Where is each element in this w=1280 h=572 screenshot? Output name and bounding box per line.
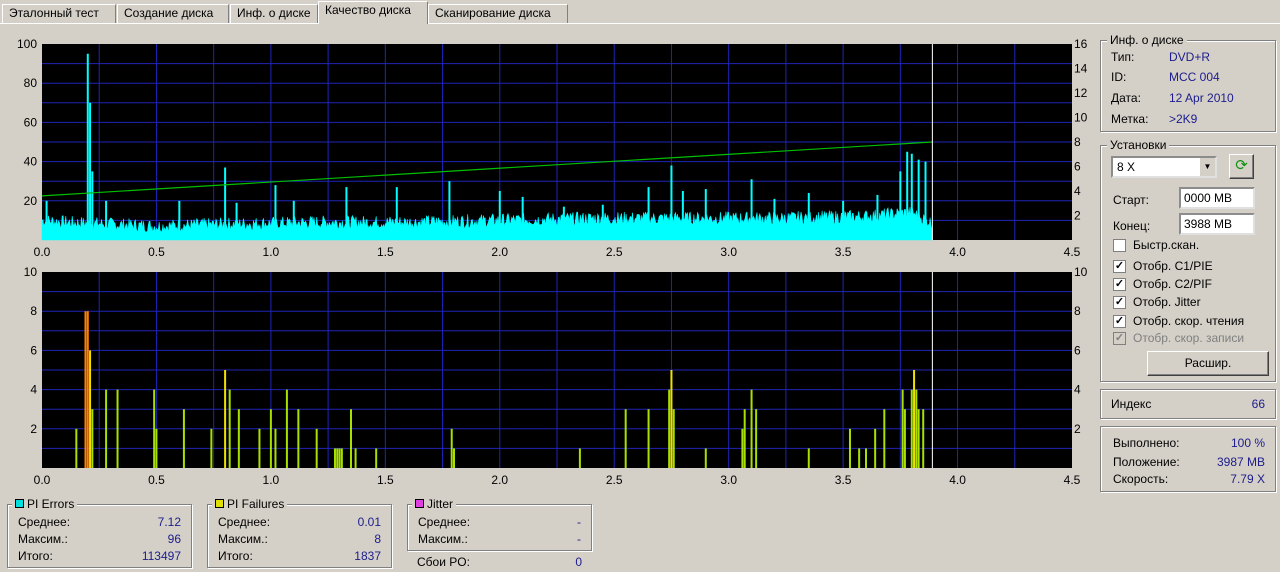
y2-tick-label: 2 bbox=[1074, 209, 1081, 223]
tab-disc-quality[interactable]: Качество диска bbox=[318, 1, 428, 24]
y2-tick-label: 16 bbox=[1074, 37, 1088, 51]
pi-failures-title: PI Failures bbox=[212, 497, 288, 511]
pif-avg-row: Среднее: 0.01 bbox=[218, 515, 381, 529]
disc-type-row: Тип: DVD+R bbox=[1111, 50, 1211, 64]
y-tick-label: 40 bbox=[24, 155, 38, 169]
y2-tick-label: 10 bbox=[1074, 265, 1088, 279]
disc-id-row: ID: MCC 004 bbox=[1111, 70, 1220, 84]
x-tick-label: 3.5 bbox=[835, 245, 852, 259]
x-tick-label: 1.0 bbox=[263, 245, 280, 259]
y-tick-label: 80 bbox=[24, 76, 38, 90]
index-group: Индекс 66 bbox=[1100, 389, 1276, 419]
pi-errors-group: PI Errors Среднее: 7.12 Максим.: 96 Итого:… bbox=[7, 497, 192, 568]
x-tick-label: 4.5 bbox=[1064, 473, 1081, 487]
y-tick-label: 10 bbox=[24, 265, 38, 279]
pif-max-row: Максим.: 8 bbox=[218, 532, 381, 546]
y2-tick-label: 8 bbox=[1074, 135, 1081, 149]
x-tick-label: 3.0 bbox=[720, 473, 737, 487]
y-tick-label: 20 bbox=[24, 194, 38, 208]
disc-label-row: Метка: >2K9 bbox=[1111, 112, 1198, 126]
speed-row: Скорость: 7.79 X bbox=[1113, 472, 1265, 486]
y-tick-label: 6 bbox=[30, 343, 37, 357]
x-tick-label: 3.5 bbox=[835, 473, 852, 487]
y2-tick-label: 6 bbox=[1074, 343, 1081, 357]
x-tick-label: 0.0 bbox=[34, 245, 51, 259]
y-tick-label: 2 bbox=[30, 422, 37, 436]
pi-errors-title: PI Errors bbox=[12, 497, 78, 511]
y2-tick-label: 4 bbox=[1074, 383, 1081, 397]
checkbox-box[interactable] bbox=[1113, 239, 1126, 252]
po-failures-row: Сбои PO: 0 bbox=[417, 555, 582, 569]
pif-total-row: Итого: 1837 bbox=[218, 549, 381, 563]
jitter-group: Jitter Среднее: - Максим.: - bbox=[407, 497, 592, 551]
disc-date-row: Дата: 12 Apr 2010 bbox=[1111, 91, 1234, 105]
x-tick-label: 4.0 bbox=[949, 245, 966, 259]
y-tick-label: 100 bbox=[17, 37, 37, 51]
x-tick-label: 4.0 bbox=[949, 473, 966, 487]
x-tick-label: 2.0 bbox=[491, 473, 508, 487]
x-tick-label: 0.0 bbox=[34, 473, 51, 487]
x-tick-label: 0.5 bbox=[148, 473, 165, 487]
pie-avg-row: Среднее: 7.12 bbox=[18, 515, 181, 529]
check-icon[interactable]: ✓ bbox=[1113, 315, 1126, 328]
settings-group: Установки 8 X ▼ ⟳ Старт: 0000 MB Конец: … bbox=[1100, 138, 1276, 382]
x-tick-label: 1.5 bbox=[377, 245, 394, 259]
y2-tick-label: 2 bbox=[1074, 422, 1081, 436]
jitter-avg-row: Среднее: - bbox=[418, 515, 581, 529]
speed-select[interactable]: 8 X ▼ bbox=[1111, 156, 1217, 178]
pi-failures-group: PI Failures Среднее: 0.01 Максим.: 8 Итого… bbox=[207, 497, 392, 568]
pie-max-row: Максим.: 96 bbox=[18, 532, 181, 546]
refresh-button[interactable]: ⟳ bbox=[1229, 154, 1254, 179]
y2-tick-label: 6 bbox=[1074, 160, 1081, 174]
check-icon: ✓ bbox=[1113, 332, 1126, 345]
y2-tick-label: 10 bbox=[1074, 111, 1088, 125]
quality-charts: 0.0 0.5 1.0 1.5 2.0 2.5 3.0 3.5 4.0 4.5 100 80 60 40 2… bbox=[17, 37, 1088, 487]
pi-errors-legend-icon bbox=[15, 499, 24, 508]
check-icon[interactable]: ✓ bbox=[1113, 296, 1126, 309]
x-tick-label: 0.5 bbox=[148, 245, 165, 259]
x-tick-label: 1.5 bbox=[377, 473, 394, 487]
x-tick-label: 2.5 bbox=[606, 245, 623, 259]
disc-info-title: Инф. о диске bbox=[1107, 33, 1187, 47]
advanced-button[interactable]: Расшир. bbox=[1147, 351, 1269, 376]
pi-failures-legend-icon bbox=[215, 499, 224, 508]
start-input[interactable]: 0000 MB bbox=[1179, 187, 1255, 209]
y-tick-label: 60 bbox=[24, 115, 38, 129]
end-input[interactable]: 3988 MB bbox=[1179, 213, 1255, 235]
index-row: Индекс 66 bbox=[1111, 397, 1265, 411]
y2-tick-label: 12 bbox=[1074, 86, 1088, 100]
disc-info-group: Инф. о диске Тип: DVD+R ID: MCC 004 Дата: 1… bbox=[1100, 33, 1276, 132]
y2-tick-label: 4 bbox=[1074, 184, 1081, 198]
x-tick-label: 4.5 bbox=[1064, 245, 1081, 259]
y2-tick-label: 8 bbox=[1074, 304, 1081, 318]
check-icon[interactable]: ✓ bbox=[1113, 260, 1126, 273]
refresh-icon: ⟳ bbox=[1235, 157, 1248, 174]
x-tick-label: 3.0 bbox=[720, 245, 737, 259]
y-tick-label: 4 bbox=[30, 383, 37, 397]
x-tick-label: 2.5 bbox=[606, 473, 623, 487]
check-icon[interactable]: ✓ bbox=[1113, 278, 1126, 291]
x-tick-label: 1.0 bbox=[263, 473, 280, 487]
jitter-title: Jitter bbox=[412, 497, 457, 511]
y-tick-label: 8 bbox=[30, 304, 37, 318]
settings-title: Установки bbox=[1107, 138, 1170, 152]
progress-group: Выполнено: 100 % Положение: 3987 MB Скорос… bbox=[1100, 426, 1276, 492]
jitter-legend-icon bbox=[415, 499, 424, 508]
x-tick-label: 2.0 bbox=[491, 245, 508, 259]
chevron-down-icon[interactable]: ▼ bbox=[1199, 158, 1215, 176]
speed-select-value: 8 X bbox=[1117, 160, 1136, 174]
jitter-max-row: Максим.: - bbox=[418, 532, 581, 546]
position-row: Положение: 3987 MB bbox=[1113, 455, 1265, 469]
pie-total-row: Итого: 113497 bbox=[18, 549, 181, 563]
done-row: Выполнено: 100 % bbox=[1113, 436, 1265, 450]
y2-tick-label: 14 bbox=[1074, 62, 1088, 76]
